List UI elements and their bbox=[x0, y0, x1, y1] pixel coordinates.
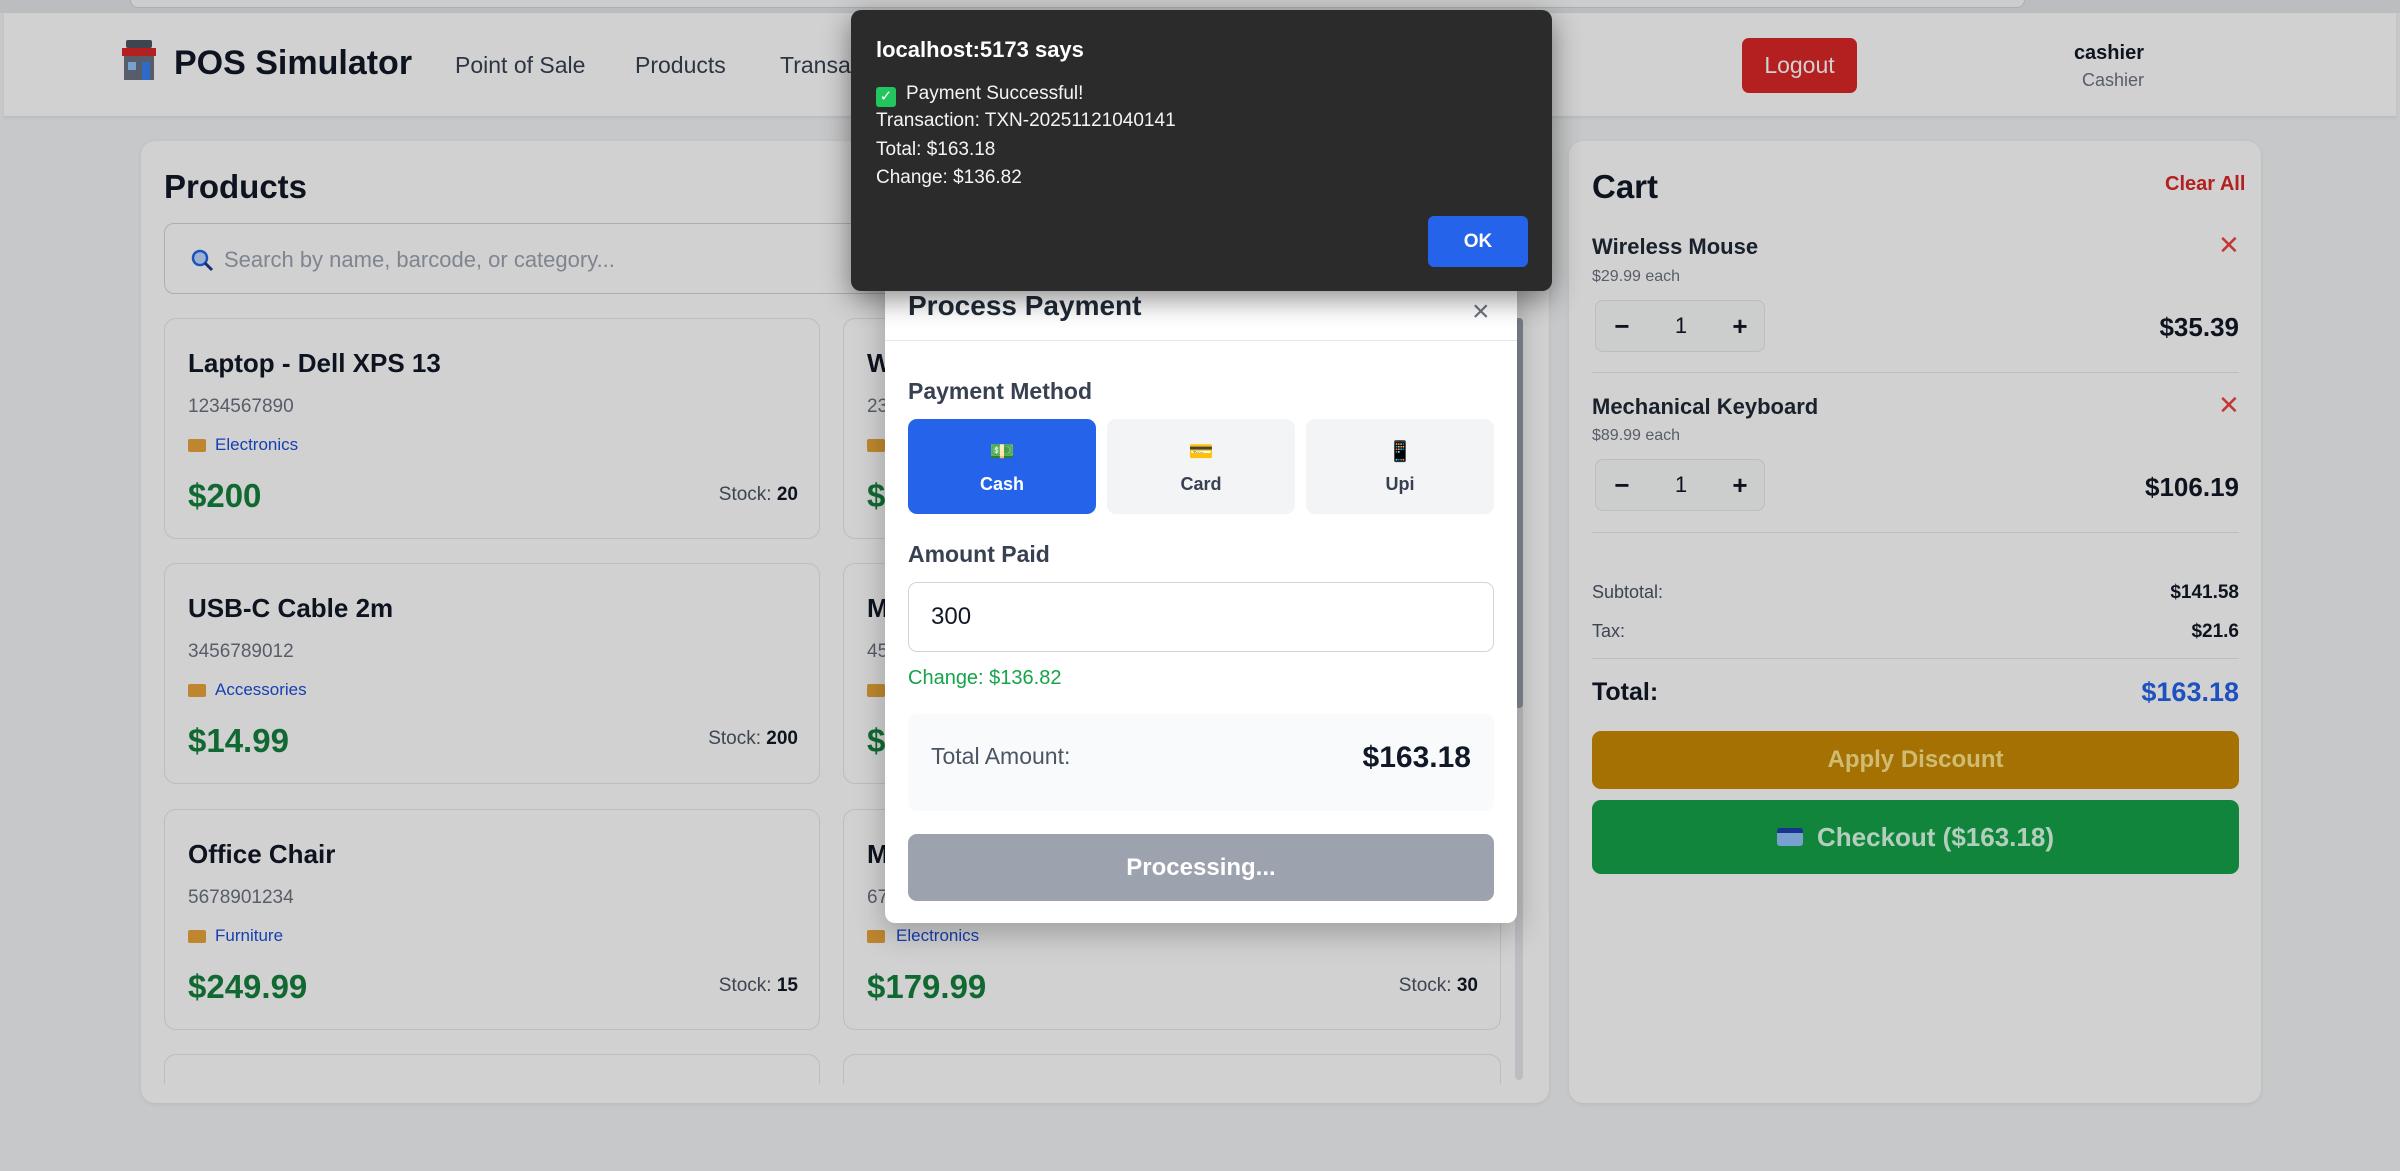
payment-method-label: Payment Method bbox=[908, 378, 1093, 404]
amount-paid-input[interactable]: 300 bbox=[908, 582, 1494, 652]
modal-title: Process Payment bbox=[908, 290, 1142, 321]
change-text: Change: $136.82 bbox=[908, 667, 1062, 689]
payment-method-upi[interactable]: 📱 Upi bbox=[1306, 419, 1494, 514]
payment-method-label-card: Card bbox=[1180, 473, 1222, 494]
amount-paid-label: Amount Paid bbox=[908, 541, 1050, 567]
cash-icon: 💵 bbox=[989, 440, 1015, 463]
alert-success-line: ✓ Payment Successful! bbox=[876, 83, 1083, 107]
payment-method-label-upi: Upi bbox=[1385, 473, 1415, 494]
processing-button[interactable]: Processing... bbox=[908, 834, 1494, 901]
ok-button[interactable]: OK bbox=[1428, 216, 1528, 267]
check-icon: ✓ bbox=[876, 87, 896, 107]
total-amount-label: Total Amount: bbox=[931, 743, 1071, 769]
alert-change-line: Change: $136.82 bbox=[876, 167, 1022, 188]
phone-icon: 📱 bbox=[1387, 440, 1413, 463]
total-amount-value: $163.18 bbox=[1362, 741, 1471, 774]
payment-method-cash[interactable]: 💵 Cash bbox=[908, 419, 1096, 514]
close-icon[interactable]: × bbox=[1472, 295, 1490, 329]
card-icon: 💳 bbox=[1188, 440, 1214, 463]
alert-transaction-line: Transaction: TXN-20251121040141 bbox=[876, 110, 1176, 131]
alert-title: localhost:5173 says bbox=[876, 37, 1084, 62]
alert-total-line: Total: $163.18 bbox=[876, 139, 996, 160]
modal-header-divider bbox=[885, 340, 1517, 341]
payment-method-label-cash: Cash bbox=[979, 473, 1024, 494]
payment-method-card[interactable]: 💳 Card bbox=[1107, 419, 1295, 514]
